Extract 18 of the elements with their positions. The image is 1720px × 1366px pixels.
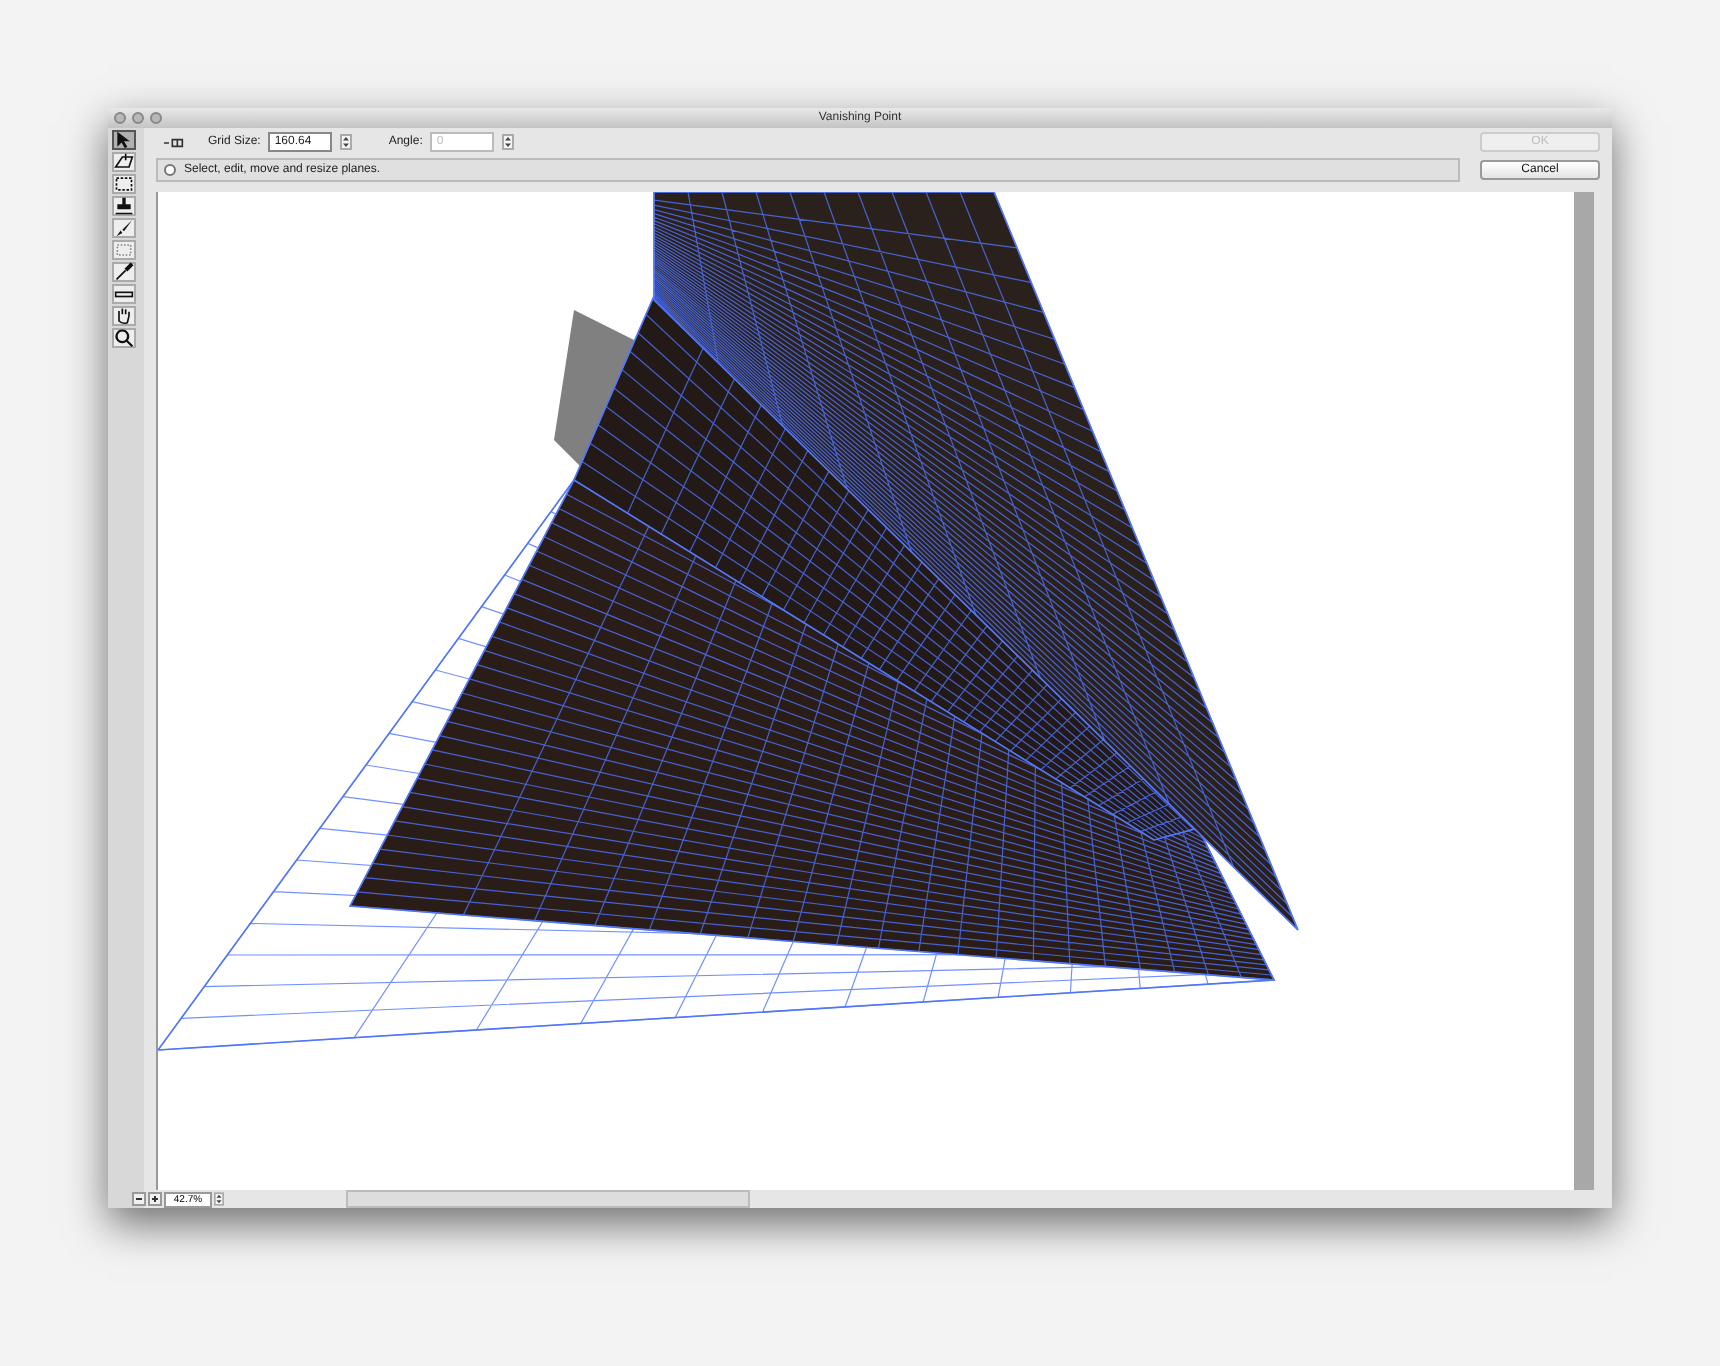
marquee-tool[interactable]: [112, 174, 136, 194]
zoom-out-icon[interactable]: [132, 1192, 146, 1206]
eyedropper-tool[interactable]: [112, 262, 136, 282]
vertical-scrollbar[interactable]: [1574, 192, 1594, 1190]
hand-tool[interactable]: [112, 306, 136, 326]
zoom-in-icon[interactable]: [148, 1192, 162, 1206]
brush-tool[interactable]: [112, 218, 136, 238]
stamp-tool[interactable]: [112, 196, 136, 216]
zoom-tool[interactable]: [112, 328, 136, 348]
plane-tool[interactable]: [112, 152, 136, 172]
stepper-icon[interactable]: [502, 134, 515, 150]
stepper-icon[interactable]: [214, 1192, 224, 1206]
stepper-icon[interactable]: [340, 134, 353, 150]
info-icon: [164, 164, 176, 176]
grid-options-icon: [164, 137, 184, 147]
ruler-tool[interactable]: [112, 284, 136, 304]
horizontal-scrollbar[interactable]: [346, 1190, 750, 1208]
arrow-tool[interactable]: [112, 130, 136, 150]
